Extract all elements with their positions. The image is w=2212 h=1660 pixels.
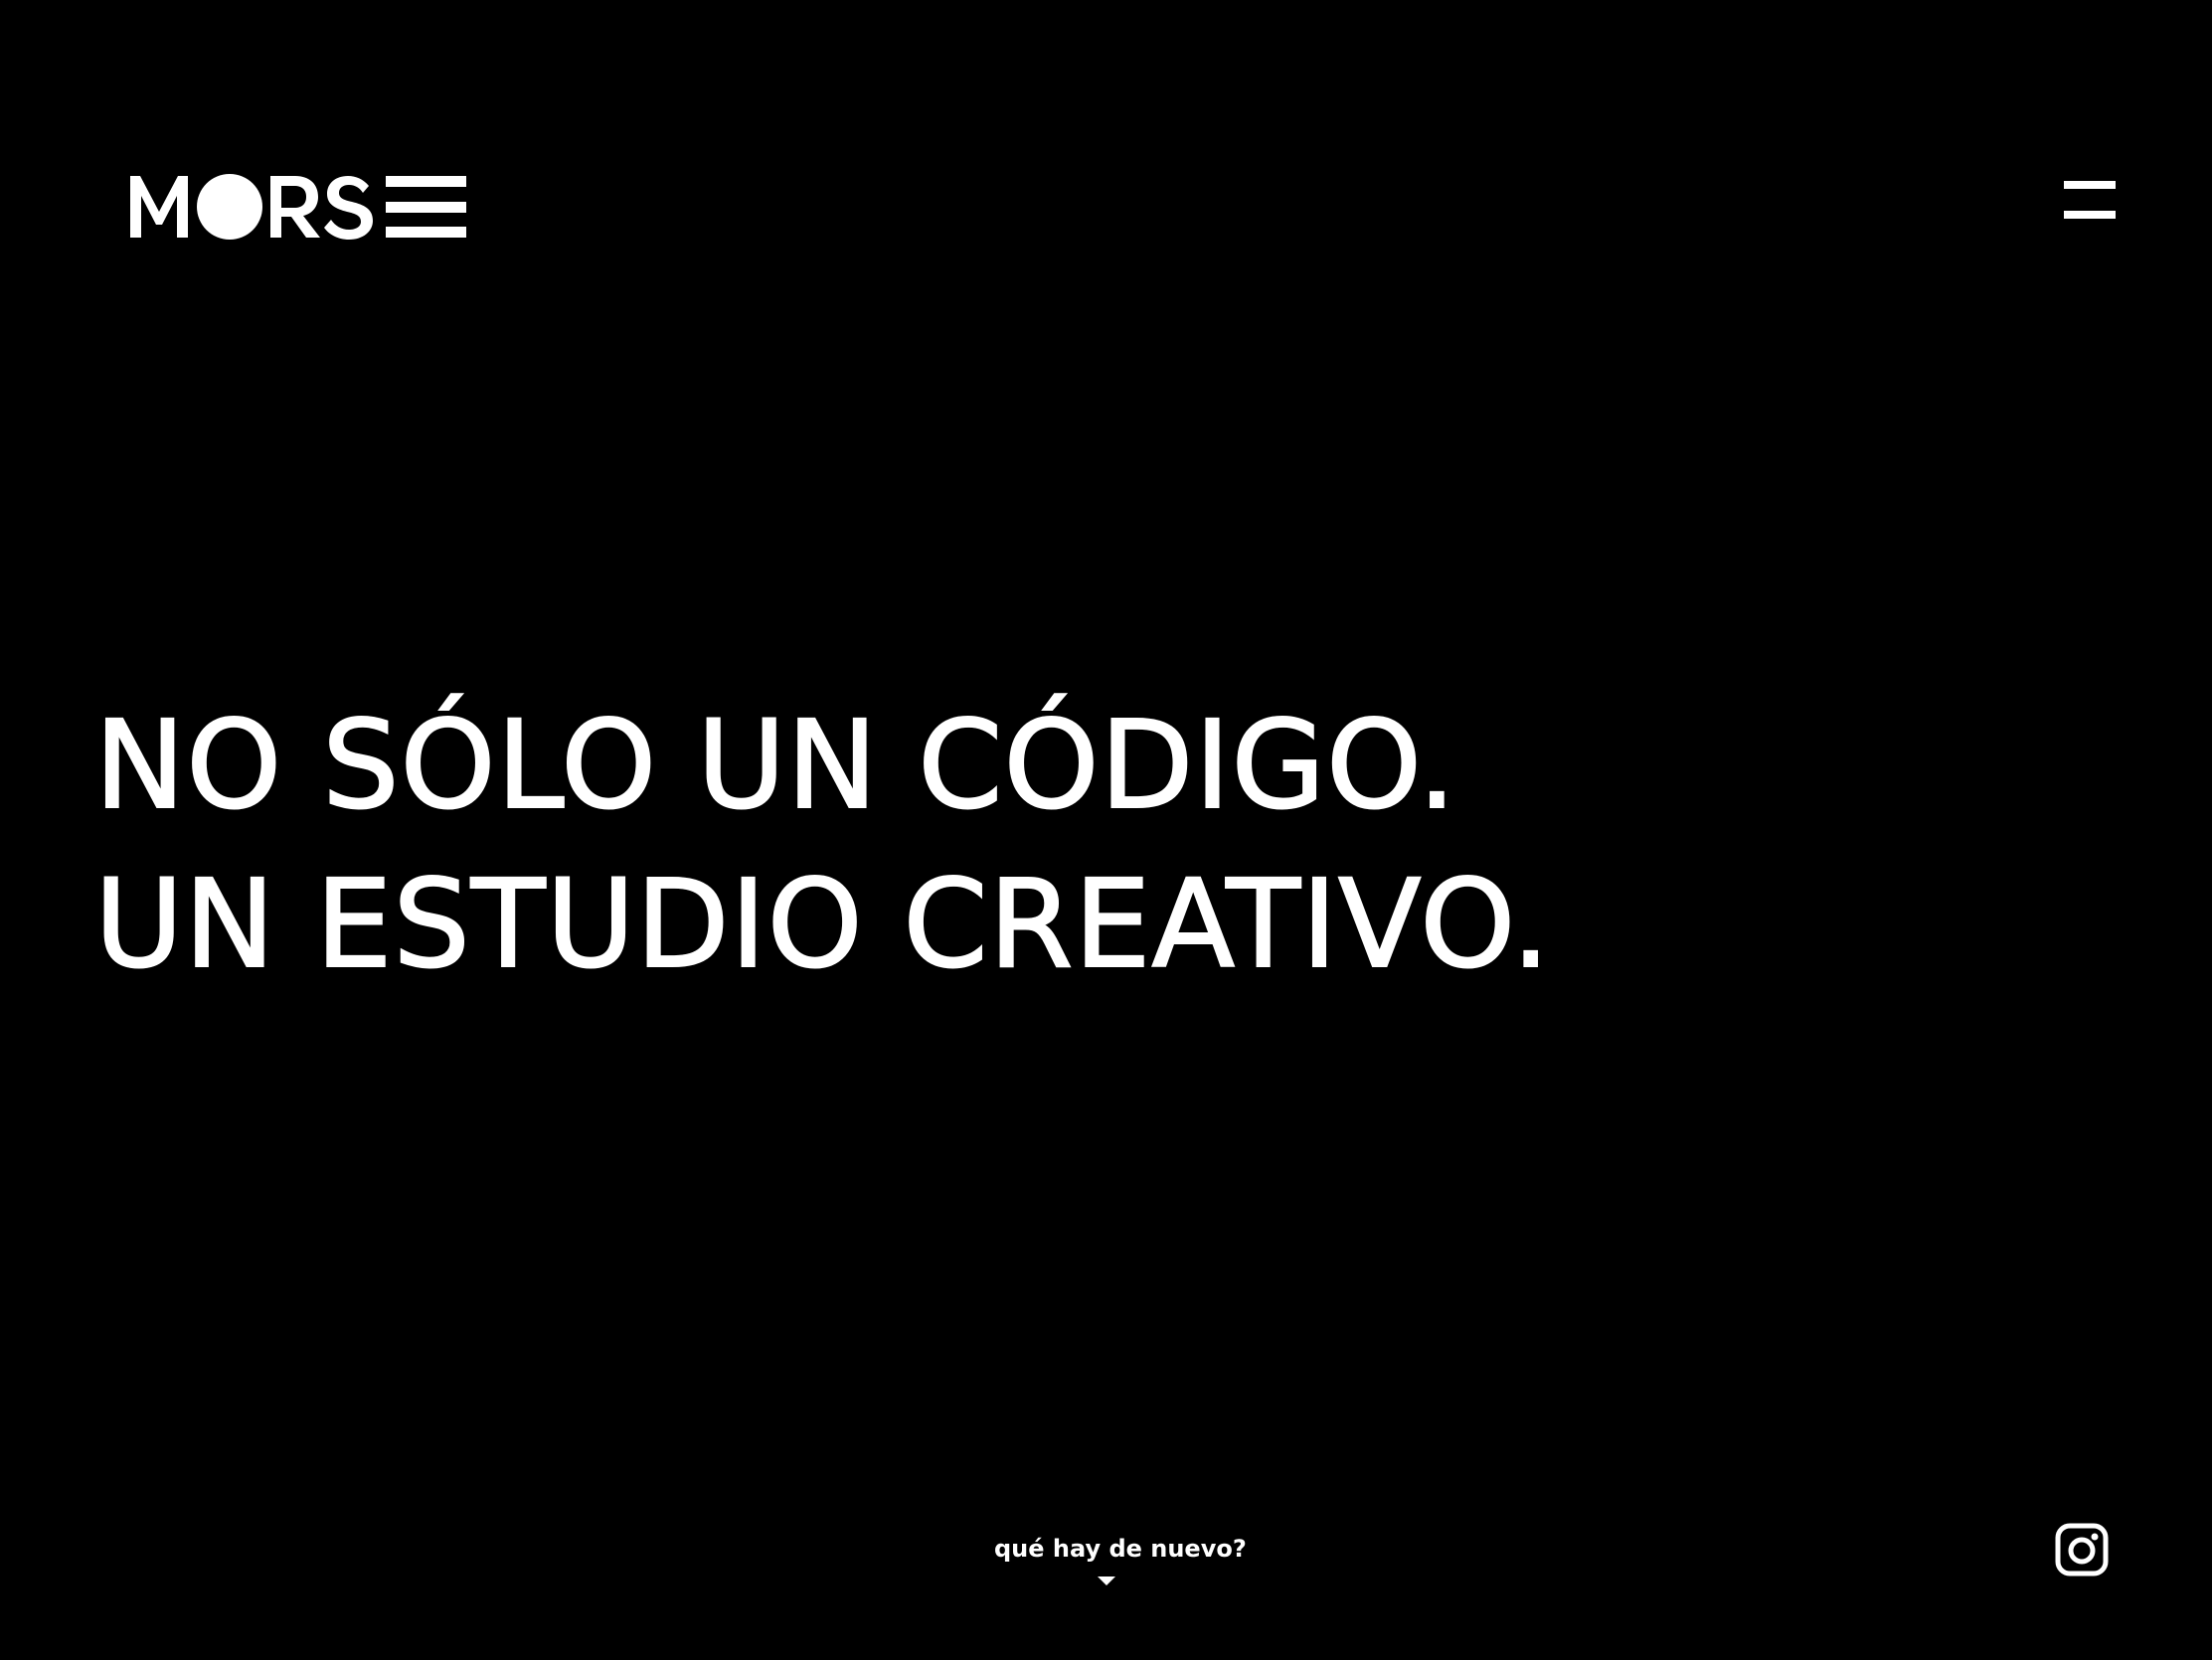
hamburger-menu-icon-bottom-bar xyxy=(2064,211,2116,219)
morse-logo-mark xyxy=(130,174,466,240)
menu-button[interactable] xyxy=(2056,177,2116,225)
instagram-link[interactable] xyxy=(2055,1523,2109,1577)
hero-headline-line-1: NO SÓLO UN CÓDIGO. xyxy=(93,694,1457,837)
hero-headline: NO SÓLO UN CÓDIGO. UN ESTUDIO CREATIVO. xyxy=(93,686,1552,1004)
whats-new-label: qué hay de nuevo? xyxy=(994,1535,1247,1563)
hamburger-menu-icon-top-bar xyxy=(2064,181,2116,189)
instagram-icon xyxy=(2055,1523,2109,1577)
hero-headline-line-2: UN ESTUDIO CREATIVO. xyxy=(93,853,1552,996)
morse-logo[interactable] xyxy=(130,172,468,242)
caret-down-icon xyxy=(1097,1577,1115,1585)
whats-new-link[interactable]: qué hay de nuevo? xyxy=(994,1531,1247,1585)
